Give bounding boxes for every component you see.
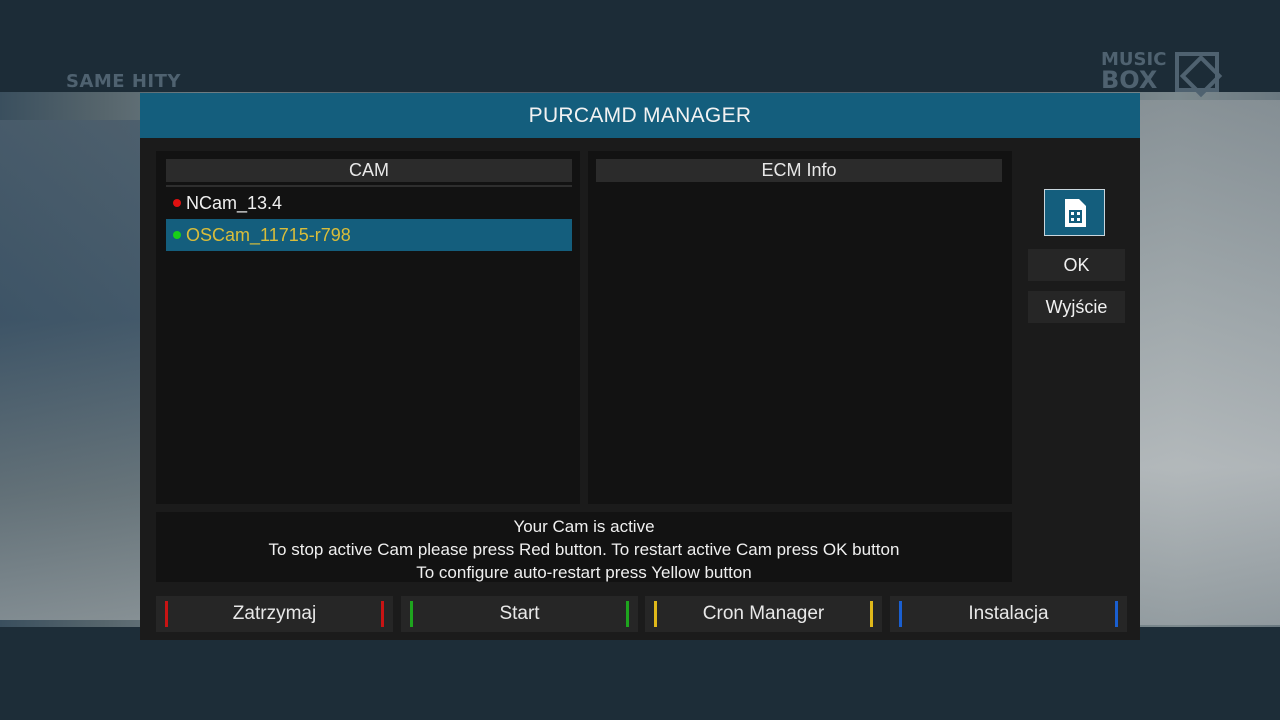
green-button-label: Start <box>499 603 540 624</box>
yellow-button-label: Cron Manager <box>702 603 825 624</box>
red-button-stop[interactable]: Zatrzymaj <box>156 596 393 632</box>
channel-logo-right-line2: BOX <box>1101 66 1158 94</box>
blue-key-marker-icon <box>1115 601 1118 627</box>
channel-logo-mark-icon <box>1175 52 1219 92</box>
cam-item-label: NCam_13.4 <box>186 193 283 213</box>
exit-button[interactable]: Wyjście <box>1028 291 1125 323</box>
status-message-box: Your Cam is active To stop active Cam pl… <box>156 512 1012 582</box>
status-line-1: Your Cam is active <box>513 517 655 536</box>
cam-panel: CAM NCam_13.4 OSCam_11715-r798 <box>156 151 580 504</box>
sim-card-button[interactable] <box>1044 189 1105 236</box>
channel-logo-left: SAME HITY <box>66 71 181 92</box>
background-people-left <box>0 120 140 620</box>
status-line-3: To configure auto-restart press Yellow b… <box>416 563 752 582</box>
status-dot-red-icon <box>173 199 181 207</box>
cam-panel-header: CAM <box>166 159 572 182</box>
status-line-2: To stop active Cam please press Red butt… <box>268 540 900 559</box>
sim-card-icon <box>1065 199 1086 227</box>
green-key-marker-icon <box>626 601 629 627</box>
ecm-info-panel: ECM Info <box>588 151 1012 504</box>
yellow-button-cron-manager[interactable]: Cron Manager <box>645 596 882 632</box>
dialog-title: PURCAMD MANAGER <box>140 93 1140 138</box>
green-button-start[interactable]: Start <box>401 596 638 632</box>
background-top-band <box>0 0 1280 92</box>
cam-list-item[interactable]: NCam_13.4 <box>166 187 572 219</box>
background-person-right <box>1140 100 1280 625</box>
red-key-marker-icon <box>165 601 168 627</box>
blue-button-label: Instalacja <box>968 603 1049 624</box>
yellow-key-marker-icon <box>654 601 657 627</box>
red-key-marker-icon <box>381 601 384 627</box>
cam-item-label: OSCam_11715-r798 <box>186 225 351 245</box>
red-button-label: Zatrzymaj <box>232 603 317 624</box>
background-bottom-band <box>0 627 1280 720</box>
channel-logo-right: MUSIC BOX <box>1101 50 1166 94</box>
status-dot-green-icon <box>173 231 181 239</box>
green-key-marker-icon <box>410 601 413 627</box>
ok-button[interactable]: OK <box>1028 249 1125 281</box>
cam-list-item-selected[interactable]: OSCam_11715-r798 <box>166 219 572 251</box>
ecm-panel-header: ECM Info <box>596 159 1002 182</box>
blue-button-install[interactable]: Instalacja <box>890 596 1127 632</box>
blue-key-marker-icon <box>899 601 902 627</box>
yellow-key-marker-icon <box>870 601 873 627</box>
purcamd-manager-dialog: PURCAMD MANAGER CAM NCam_13.4 OSCam_1171… <box>140 93 1140 640</box>
